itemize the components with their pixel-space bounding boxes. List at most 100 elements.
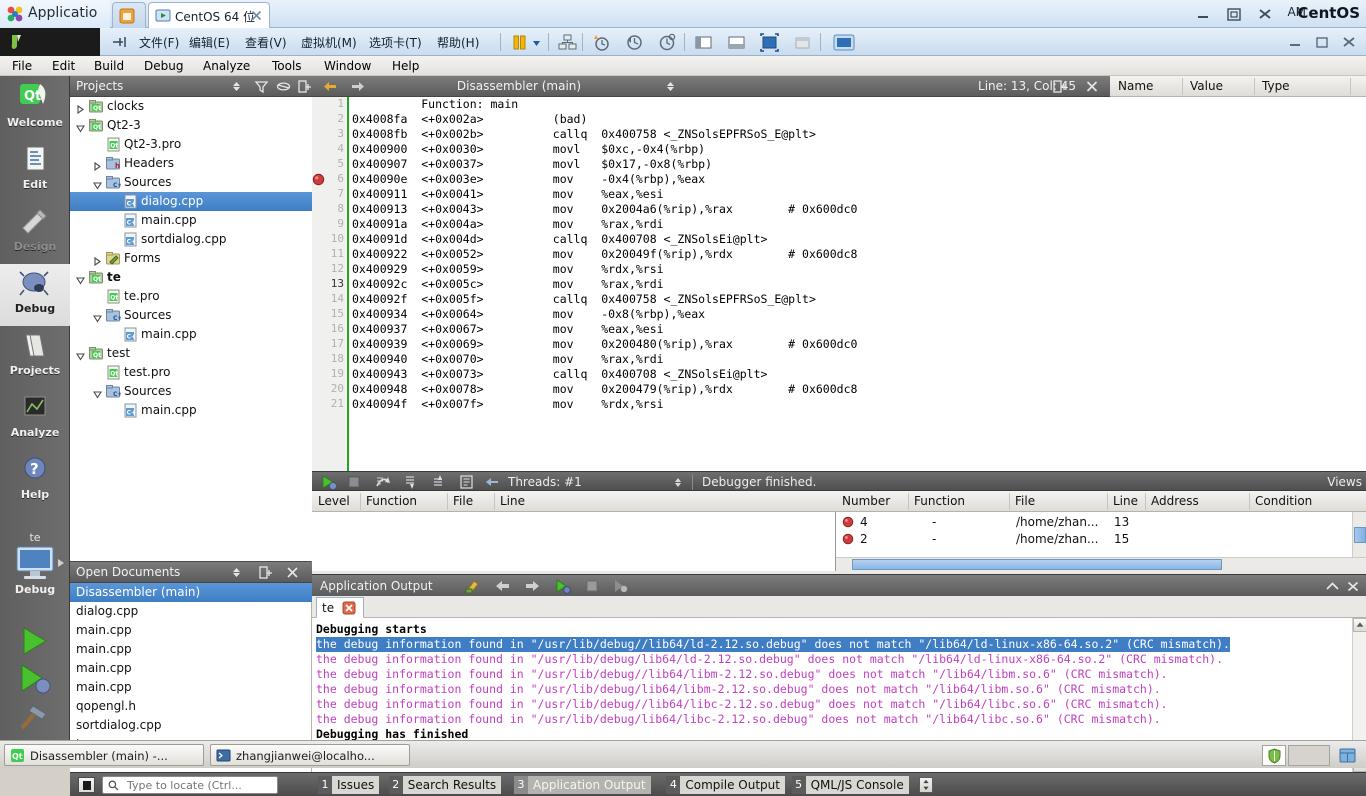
bp-column-line[interactable]: Line [1113,494,1138,508]
project-tree-item-sources[interactable]: C+ Sources [70,173,312,192]
filter-icon[interactable] [254,79,269,94]
project-tree-item-main-cpp[interactable]: C+ main.cpp [70,401,312,420]
scroll-up-icon[interactable] [1353,618,1366,632]
close-icon[interactable] [1336,32,1362,52]
close-icon[interactable] [1084,79,1100,94]
vmware-tab-centos[interactable]: CentOS 64 位 [148,2,270,28]
breakpoint-gutter[interactable] [312,97,324,471]
console-view-icon[interactable] [832,33,856,52]
output-pane-compile-output[interactable]: 4 Compile Output [666,776,785,794]
table-row[interactable]: 4 - /home/zhan... 13 [836,514,1351,531]
split-icon[interactable] [1052,79,1068,94]
scrollbar-thumb[interactable] [1354,527,1366,543]
combo-updown-icon[interactable] [229,565,244,580]
project-tree-item-test[interactable]: Qt test [70,344,312,363]
stop-icon[interactable] [584,578,601,594]
unity-icon[interactable] [793,33,812,52]
workspace-switcher-icon[interactable] [1338,746,1357,765]
open-document-item[interactable]: main.cpp [70,640,312,659]
project-tree-item-main-cpp[interactable]: C+ main.cpp [70,325,312,344]
split-icon[interactable] [258,565,273,580]
close-icon[interactable] [250,9,263,22]
unpin-icon[interactable] [110,33,129,52]
combo-updown-icon[interactable] [672,476,684,489]
dropdown-arrow-icon[interactable] [531,33,542,52]
open-document-item[interactable]: dialog.cpp [70,602,312,621]
stack-column-file[interactable]: File [453,494,473,508]
open-document-item[interactable]: qopengl.h [70,697,312,716]
vmware-menu-file[interactable]: 文件(F) [139,34,179,51]
project-tree-item-dialog-cpp[interactable]: C+ dialog.cpp [70,192,312,211]
output-pane-issues[interactable]: 1 Issues [318,776,383,794]
sidebar-item-design[interactable]: Design [0,202,70,264]
sidebar-item-projects[interactable]: Projects [0,326,70,388]
start-debugging-icon[interactable] [16,662,54,696]
project-tree-item-clocks[interactable]: Qt clocks [70,97,312,116]
stack-column-function[interactable]: Function [366,494,417,508]
revert-snapshot-icon[interactable] [625,33,644,52]
combo-updown-icon[interactable] [229,79,244,94]
arrow-forward-icon[interactable] [350,79,366,94]
taskbar-item-qtcreator[interactable]: Qt Disassembler (main) -... [4,744,204,766]
bp-column-condition[interactable]: Condition [1255,494,1312,508]
project-tree-item-sources[interactable]: C+ Sources [70,382,312,401]
run-icon[interactable] [16,624,54,658]
vmware-menu-edit[interactable]: 编辑(E) [189,34,230,51]
menu-file[interactable]: File [12,59,32,73]
output-pane-application-output[interactable]: 3 Application Output [514,776,660,794]
reverse-icon[interactable] [484,474,501,490]
scrollbar-thumb[interactable] [852,559,1222,570]
vmware-menu-help[interactable]: 帮助(H) [437,34,479,51]
vmware-menu-view[interactable]: 查看(V) [245,34,287,51]
step-into-icon[interactable] [402,474,419,490]
menu-build[interactable]: Build [94,59,124,73]
open-document-item[interactable]: sortdialog.cpp [70,716,312,735]
views-button[interactable]: Views [1327,475,1362,489]
split-icon[interactable] [297,79,312,94]
close-icon[interactable] [285,565,300,580]
output-pane-qml-js-console[interactable]: 5 QML/JS Console [791,776,911,794]
sidebar-item-help[interactable]: ? Help [0,450,70,512]
take-snapshot-icon[interactable] [592,33,611,52]
step-over-icon[interactable] [374,474,391,490]
close-icon[interactable] [1346,580,1360,593]
sidebar-item-welcome[interactable]: Qt Welcome [0,78,70,140]
output-pane-updown[interactable] [918,777,933,793]
menu-edit[interactable]: Edit [52,59,75,73]
table-row[interactable]: 2 - /home/zhan... 15 [836,531,1351,548]
taskbar-item-terminal[interactable]: zhangjianwei@localho... [210,744,410,766]
project-tree-item-sortdialog-cpp[interactable]: C+ sortdialog.cpp [70,230,312,249]
output-tab-te[interactable]: te [316,597,364,618]
clear-icon[interactable] [464,578,481,594]
continue-icon[interactable] [320,474,337,490]
stack-column-level[interactable]: Level [318,494,350,508]
open-document-item[interactable]: Disassembler (main) [70,583,312,602]
step-out-icon[interactable] [430,474,447,490]
show-thumbnail-bar-icon[interactable] [727,33,746,52]
breakpoints-view[interactable]: Number Function File Line Address Condit… [836,491,1366,571]
combo-updown-icon[interactable] [664,79,677,94]
project-tree-item-sources[interactable]: C+ Sources [70,306,312,325]
menu-window[interactable]: Window [324,59,371,73]
project-tree-item-te[interactable]: Qt te [70,268,312,287]
run-icon[interactable] [554,578,571,594]
close-tab-icon[interactable] [342,601,356,615]
chevron-up-icon[interactable] [1325,580,1340,593]
vmware-menu-tabs[interactable]: 选项卡(T) [369,34,422,51]
project-tree-item-main-cpp[interactable]: C+ main.cpp [70,211,312,230]
vmware-menu-vm[interactable]: 虚拟机(M) [301,34,357,51]
sidebar-item-debug[interactable]: Debug [0,264,70,326]
locals-column-name[interactable]: Name [1118,79,1153,93]
minimize-icon[interactable] [1282,32,1308,52]
toggle-sidebar-icon[interactable] [78,777,95,793]
bp-column-address[interactable]: Address [1151,494,1199,508]
breakpoint-icon[interactable] [312,173,325,186]
minimize-icon[interactable] [1190,4,1216,24]
tray-shield-button[interactable] [1262,745,1286,766]
bp-column-number[interactable]: Number [842,494,890,508]
restore-icon[interactable] [1309,32,1335,52]
open-document-item[interactable]: main.cpp [70,659,312,678]
locals-column-type[interactable]: Type [1262,79,1290,93]
prev-item-icon[interactable] [494,578,511,594]
project-tree-item-headers[interactable]: h Headers [70,154,312,173]
